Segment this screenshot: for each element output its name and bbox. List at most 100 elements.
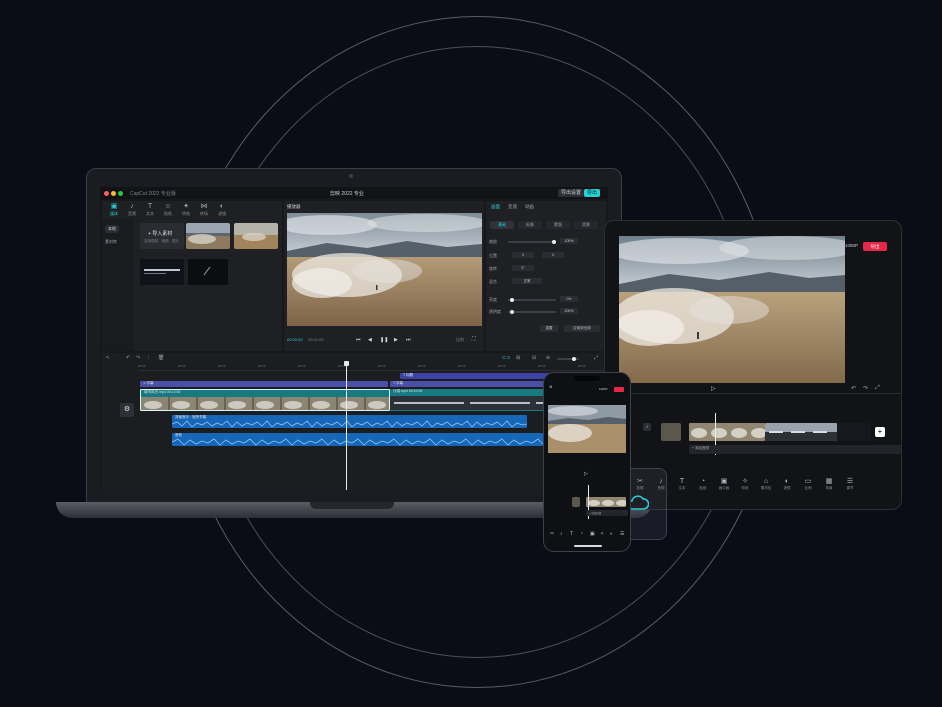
scissors-icon[interactable]: ✂ [550, 531, 554, 537]
resolution-selector[interactable]: 1080P [845, 243, 858, 248]
rotation-field[interactable]: 0° [512, 265, 534, 271]
close-window-button[interactable] [104, 191, 109, 196]
tool-background[interactable]: ▦ 背景 [822, 477, 836, 491]
scale-value[interactable]: 100% [560, 238, 578, 244]
tab-filter[interactable]: ◐ 滤镜 [214, 203, 230, 217]
play-icon[interactable]: ▷ [711, 385, 716, 392]
export-settings-button[interactable]: 导出设置 [558, 189, 585, 197]
mute-toggle-icon[interactable]: ♪ [643, 423, 651, 431]
subtab-mask[interactable]: 蒙版 [546, 221, 570, 229]
add-clip-button[interactable]: + [875, 427, 885, 437]
split-icon[interactable]: ⫶ [148, 355, 149, 361]
position-y-field[interactable]: 0 [542, 252, 564, 258]
media-thumbnail[interactable] [234, 223, 278, 249]
tool-effects[interactable]: ✧ 特效 [738, 477, 752, 491]
maximize-window-button[interactable] [118, 191, 123, 196]
undo-icon[interactable]: ↶ [126, 355, 130, 361]
tool-templates[interactable]: ⌂ 素材包 [759, 477, 773, 491]
filter-icon[interactable]: ◐ [610, 531, 613, 537]
subtab-basic[interactable]: 基础 [490, 221, 514, 229]
opacity-slider-knob[interactable] [510, 310, 514, 314]
tool-filter[interactable]: ◐ 滤镜 [780, 477, 794, 491]
media-thumbnail[interactable] [188, 259, 228, 285]
scale-slider[interactable] [508, 241, 556, 243]
adjust-icon[interactable]: ☰ [620, 531, 624, 537]
scale-slider-knob[interactable] [552, 240, 556, 244]
play-icon[interactable]: ▷ [584, 471, 588, 477]
brightness-value[interactable]: 0% [560, 296, 578, 302]
redo-icon[interactable]: ↷ [863, 385, 868, 392]
playhead[interactable] [346, 361, 347, 490]
tool-sticker[interactable]: ◔ 贴纸 [696, 477, 710, 491]
phone-preview-video[interactable] [548, 405, 626, 453]
media-thumbnail[interactable] [140, 259, 184, 285]
opacity-slider[interactable] [508, 311, 556, 313]
position-x-field[interactable]: 0 [512, 252, 534, 258]
tab-text[interactable]: T 文本 [142, 203, 158, 217]
tab-sticker[interactable]: ☺ 贴纸 [160, 203, 176, 217]
minimize-window-button[interactable] [111, 191, 116, 196]
brightness-slider[interactable] [508, 299, 556, 301]
subtab-cutout[interactable]: 抠像 [518, 221, 542, 229]
video-clip[interactable] [586, 497, 626, 507]
undo-icon[interactable]: ↶ [851, 385, 856, 392]
tab-media[interactable]: ▣ 媒体 [106, 203, 122, 217]
sidebar-item-library[interactable]: 素材库 [105, 239, 117, 245]
ratio-button[interactable]: 比例 [456, 337, 464, 343]
tab-audio[interactable]: ♪ 音频 [124, 203, 140, 217]
sticker-icon[interactable]: ◔ [580, 531, 583, 537]
pause-icon[interactable]: ❚❚ [380, 337, 388, 343]
tool-overlay[interactable]: ▣ 画中画 [717, 477, 731, 491]
import-media-button[interactable]: + 导入素材 支持视频、音频、图片 [140, 223, 184, 249]
link-icon[interactable]: ⊞ [516, 355, 520, 361]
apply-all-button[interactable]: 应用到全部 [564, 325, 600, 332]
effects-icon[interactable]: ✧ [600, 531, 604, 537]
preview-video[interactable] [287, 213, 482, 326]
text-clip[interactable]: ♫ 字幕 [140, 381, 388, 387]
video-clip[interactable]: 城市风光.mp4 00:12:00 [140, 389, 390, 411]
playhead-handle[interactable] [344, 361, 349, 366]
video-clip[interactable] [765, 423, 837, 441]
fit-icon[interactable]: ⤢ [594, 355, 598, 361]
video-clip[interactable] [837, 423, 871, 441]
tablet-export-button[interactable]: 导出 [863, 242, 887, 251]
redo-icon[interactable]: ↷ [136, 355, 140, 361]
skip-back-icon[interactable]: ⏮ [356, 337, 361, 343]
tab-animation[interactable]: 动画 [525, 204, 534, 210]
select-tool-icon[interactable]: ↖ [106, 355, 110, 361]
resolution-selector[interactable]: 1080P [599, 387, 608, 391]
cover-thumbnail[interactable] [572, 497, 580, 507]
video-clip[interactable] [689, 423, 765, 441]
add-audio-track[interactable]: + 添加音频 [689, 445, 901, 454]
fullscreen-icon[interactable]: ⛶ [472, 336, 476, 342]
fullscreen-icon[interactable]: ⤢ [875, 385, 880, 392]
close-icon[interactable]: × [549, 385, 553, 391]
sidebar-item-local[interactable]: 本地 [105, 225, 119, 233]
delete-icon[interactable]: 🗑 [158, 355, 164, 361]
preview-axis-icon[interactable]: ⊟ [532, 355, 536, 361]
prev-frame-icon[interactable]: ◀ [368, 337, 372, 343]
tool-ratio[interactable]: ▭ 比例 [801, 477, 815, 491]
snap-toggle-icon[interactable]: ⊂⊃ [502, 355, 510, 361]
zoom-slider-knob[interactable] [572, 357, 576, 361]
next-frame-icon[interactable]: ▶ [394, 337, 398, 343]
reset-button[interactable]: 重置 [540, 325, 558, 332]
tab-effects[interactable]: ✦ 特效 [178, 203, 194, 217]
blend-select[interactable]: 正常 [512, 278, 542, 284]
tablet-preview-video[interactable] [619, 236, 845, 383]
brightness-slider-knob[interactable] [510, 298, 514, 302]
text-icon[interactable]: T [570, 531, 573, 537]
audio-icon[interactable]: ♪ [560, 531, 563, 537]
tool-adjust[interactable]: ☰ 调节 [843, 477, 857, 491]
phone-export-button[interactable] [614, 387, 624, 392]
cover-button[interactable]: ⚙ [120, 403, 134, 417]
skip-forward-icon[interactable]: ⏭ [406, 337, 411, 343]
zoom-out-icon[interactable]: ⊖ [546, 355, 550, 361]
cover-thumbnail[interactable] [661, 423, 681, 441]
tool-text[interactable]: T 文本 [675, 477, 689, 491]
add-audio-track[interactable]: + 添加音频 [586, 510, 628, 516]
audio-clip[interactable]: 背景音乐 · 轻快节奏 [172, 415, 527, 428]
tab-picture[interactable]: 画面 [491, 204, 500, 210]
tab-speed[interactable]: 变速 [508, 204, 517, 210]
opacity-value[interactable]: 100% [560, 308, 578, 314]
